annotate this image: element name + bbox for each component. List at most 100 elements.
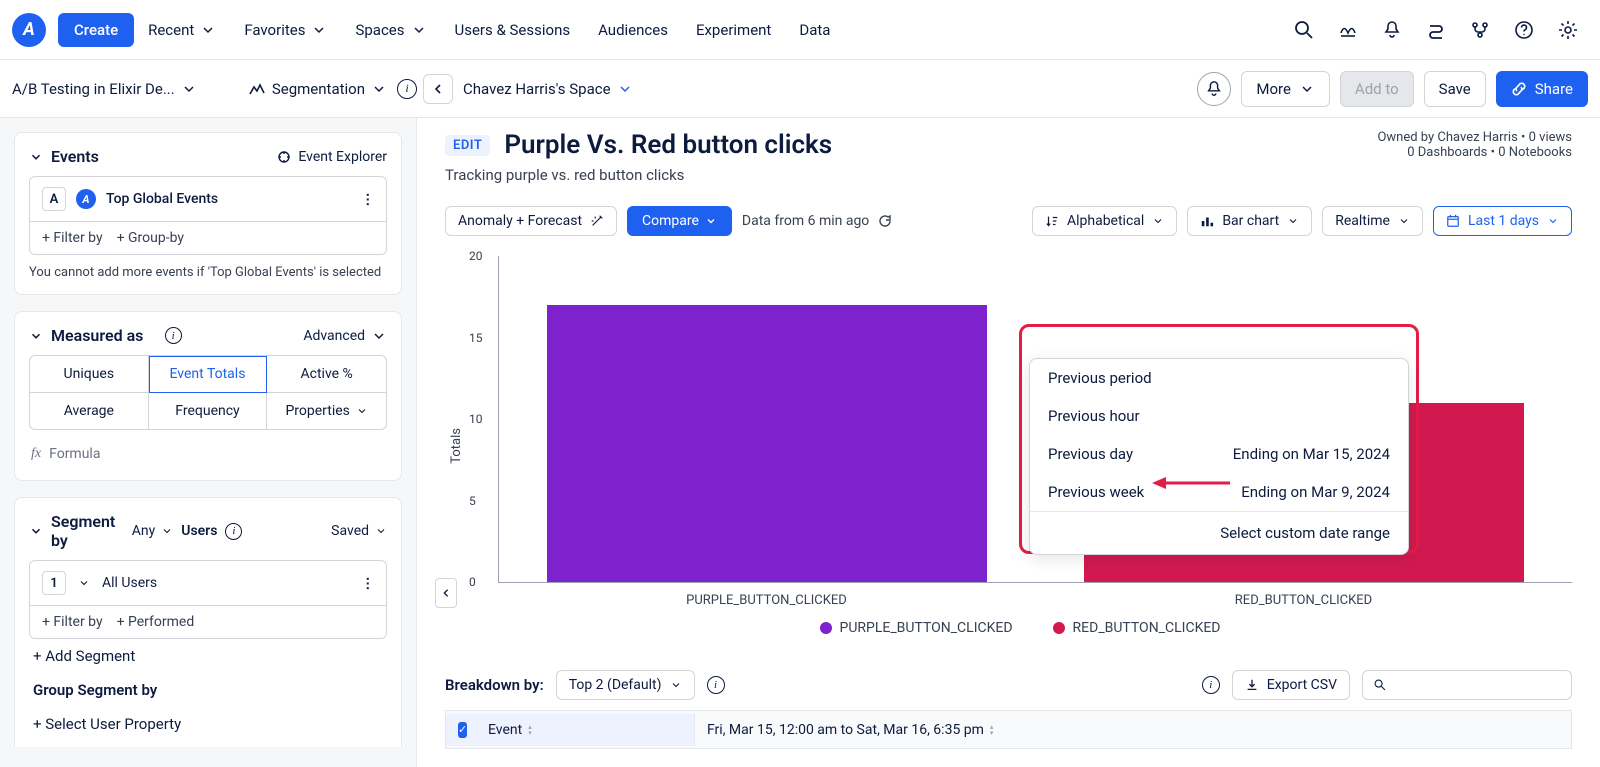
info-icon[interactable]: i: [397, 79, 417, 99]
chevron-left-icon: [432, 83, 444, 95]
chevron-down-icon[interactable]: [29, 329, 43, 343]
back-button[interactable]: [423, 74, 453, 104]
nav-data[interactable]: Data: [785, 13, 844, 47]
anomaly-icon[interactable]: [1336, 18, 1360, 42]
group-segment-by[interactable]: Group Segment by: [29, 673, 387, 707]
chevron-down-icon: [371, 328, 387, 344]
chevron-left-icon: [441, 588, 451, 598]
segmentation-icon: [248, 80, 266, 98]
select-user-property[interactable]: + Select User Property: [29, 707, 387, 741]
compare-previous-period[interactable]: Previous period: [1030, 359, 1408, 397]
segment-saved[interactable]: Saved: [331, 523, 387, 539]
time-range-selector[interactable]: Last 1 days: [1433, 206, 1572, 236]
add-to-button: Add to: [1340, 71, 1414, 107]
export-icon: [1245, 678, 1259, 692]
help-icon[interactable]: [1512, 18, 1536, 42]
compare-previous-hour[interactable]: Previous hour: [1030, 397, 1408, 435]
event-row[interactable]: A A Top Global Events ⋯: [29, 176, 387, 222]
measure-uniques[interactable]: Uniques: [30, 356, 149, 393]
branch-icon[interactable]: [1468, 18, 1492, 42]
owner-meta: Owned by Chavez Harris • 0 views 0 Dashb…: [1377, 130, 1572, 160]
advanced-toggle[interactable]: Advanced: [303, 328, 387, 344]
edit-button[interactable]: EDIT: [445, 135, 490, 156]
events-panel: Events Event Explorer A A Top Global Eve…: [14, 132, 402, 295]
app-logo[interactable]: A: [12, 13, 46, 47]
chart-type-selector[interactable]: Segmentation: [248, 80, 387, 98]
alert-bell-button[interactable]: [1197, 72, 1231, 106]
nav-audiences[interactable]: Audiences: [584, 13, 682, 47]
chevron-down-icon: [670, 679, 682, 691]
nav-experiment[interactable]: Experiment: [682, 13, 785, 47]
events-warning: You cannot add more events if 'Top Globa…: [29, 265, 387, 280]
more-icon[interactable]: ⋯: [360, 577, 376, 590]
info-icon[interactable]: i: [707, 676, 725, 694]
export-csv-button[interactable]: Export CSV: [1232, 670, 1350, 700]
measure-active-pct[interactable]: Active %: [267, 356, 386, 393]
route-icon[interactable]: [1424, 18, 1448, 42]
add-filter-by[interactable]: + Filter by: [42, 230, 103, 246]
measure-average[interactable]: Average: [30, 393, 149, 429]
nav-spaces[interactable]: Spaces: [341, 13, 440, 47]
event-explorer-link[interactable]: Event Explorer: [276, 149, 387, 165]
compare-button[interactable]: Compare: [627, 206, 732, 236]
chevron-down-icon: [1287, 215, 1299, 227]
refresh-icon[interactable]: [877, 213, 893, 229]
sort-alphabetical[interactable]: Alphabetical: [1032, 206, 1177, 236]
collapse-sidebar[interactable]: [435, 578, 457, 608]
chevron-down-icon[interactable]: [29, 150, 43, 164]
compare-previous-week[interactable]: Previous weekEnding on Mar 9, 2024: [1030, 473, 1408, 511]
share-button[interactable]: Share: [1496, 71, 1588, 107]
search-icon[interactable]: [1292, 18, 1316, 42]
sort-icon[interactable]: ▴▾: [528, 724, 532, 736]
compare-custom-range[interactable]: Select custom date range: [1030, 512, 1408, 554]
segment-any[interactable]: Any: [132, 523, 174, 539]
info-icon[interactable]: i: [1202, 676, 1220, 694]
event-name: Top Global Events: [106, 191, 218, 207]
space-breadcrumb[interactable]: Chavez Harris's Space: [463, 80, 633, 98]
sort-icon[interactable]: ▴▾: [990, 724, 994, 736]
breakdown-top[interactable]: Top 2 (Default): [556, 670, 695, 700]
segment-users-label: Users: [181, 523, 217, 539]
chevron-down-icon: [411, 22, 427, 38]
formula-row[interactable]: fxFormula: [29, 442, 387, 466]
compare-previous-day[interactable]: Previous dayEnding on Mar 15, 2024: [1030, 435, 1408, 473]
measure-event-totals[interactable]: Event Totals: [149, 356, 268, 393]
gear-icon[interactable]: [1556, 18, 1580, 42]
chevron-down-icon: [1152, 215, 1164, 227]
chart-type-bar[interactable]: Bar chart: [1187, 206, 1312, 236]
amplitude-badge-icon: A: [76, 189, 96, 209]
col-event[interactable]: Event: [488, 722, 522, 738]
nav-favorites[interactable]: Favorites: [230, 13, 341, 47]
add-group-by[interactable]: + Group-by: [117, 230, 184, 246]
info-icon[interactable]: i: [165, 327, 182, 344]
chevron-down-icon[interactable]: [78, 577, 90, 589]
info-icon[interactable]: i: [225, 523, 242, 540]
breakdown-table-header: ✓ Event ▴▾ Fri, Mar 15, 12:00 am to Sat, …: [445, 711, 1572, 749]
nav-recent[interactable]: Recent: [134, 13, 230, 47]
project-selector[interactable]: A/B Testing in Elixir De...: [12, 80, 197, 98]
wand-icon: [590, 214, 604, 228]
segment-row[interactable]: 1 All Users ⋯: [29, 560, 387, 606]
save-button[interactable]: Save: [1424, 71, 1486, 107]
realtime-toggle[interactable]: Realtime: [1322, 206, 1423, 236]
chevron-down-icon: [1398, 215, 1410, 227]
more-icon[interactable]: ⋯: [360, 193, 376, 206]
add-segment[interactable]: + Add Segment: [29, 639, 387, 673]
nav-users-sessions[interactable]: Users & Sessions: [441, 13, 585, 47]
seg-filter-by[interactable]: + Filter by: [42, 614, 103, 630]
more-button[interactable]: More: [1241, 71, 1330, 107]
explore-icon: [276, 149, 292, 165]
create-button[interactable]: Create: [58, 13, 134, 47]
select-all-checkbox[interactable]: ✓: [458, 722, 467, 738]
measure-frequency[interactable]: Frequency: [149, 393, 268, 429]
bar-chart-icon: [1200, 214, 1214, 228]
anomaly-forecast-button[interactable]: Anomaly + Forecast: [445, 206, 617, 236]
seg-performed[interactable]: + Performed: [117, 614, 195, 630]
chevron-down-icon[interactable]: [29, 524, 43, 538]
chevron-down-icon: [200, 22, 216, 38]
breakdown-search[interactable]: [1362, 670, 1572, 700]
bell-icon[interactable]: [1380, 18, 1404, 42]
measure-properties[interactable]: Properties: [267, 393, 386, 429]
col-date[interactable]: Fri, Mar 15, 12:00 am to Sat, Mar 16, 6:…: [707, 722, 984, 738]
segment-title: Segment by: [51, 512, 124, 550]
